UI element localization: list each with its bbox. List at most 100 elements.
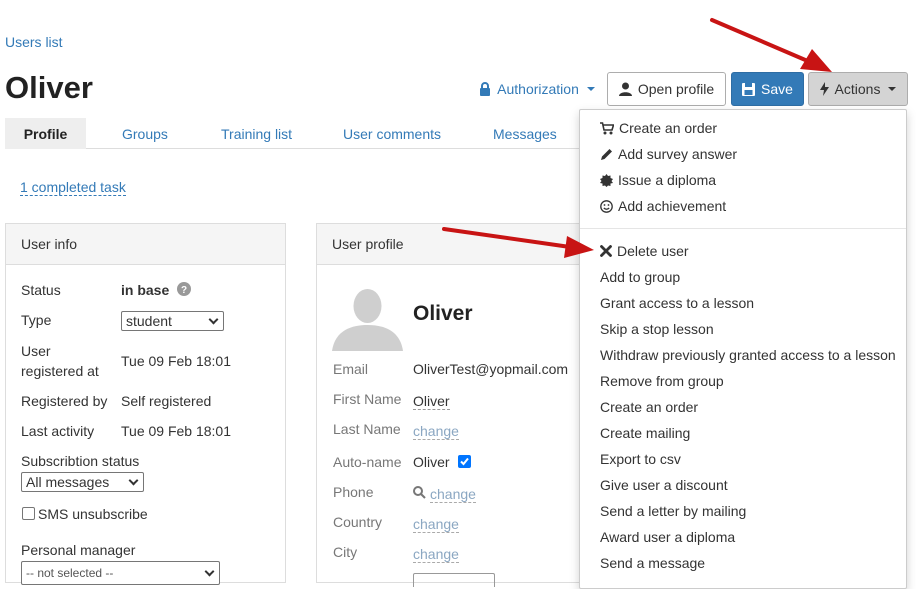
arrow-to-actions bbox=[710, 18, 832, 72]
user-info-panel: User info Status in base ? Type student … bbox=[5, 223, 286, 585]
menu-item-label: Add survey answer bbox=[618, 146, 738, 162]
subscription-select[interactable]: All messages bbox=[21, 472, 144, 492]
last-activity-link[interactable]: Tue 09 Feb 18:01 bbox=[121, 421, 231, 441]
menu-item-create-mailing[interactable]: Create mailing bbox=[600, 424, 690, 442]
autoname-value: Oliver bbox=[413, 454, 450, 470]
chevron-down-icon bbox=[208, 314, 219, 324]
menu-item-send-letter-by-mailing[interactable]: Send a letter by mailing bbox=[600, 502, 746, 520]
lock-icon bbox=[480, 82, 491, 96]
menu-item-label: Create an order bbox=[619, 120, 718, 136]
email-value: OliverTest@yopmail.com bbox=[413, 361, 569, 377]
personal-manager-label: Personal manager bbox=[21, 542, 136, 558]
menu-item-create-order[interactable]: Create an order bbox=[600, 398, 698, 416]
menu-item-add-to-group[interactable]: Add to group bbox=[600, 268, 680, 286]
breadcrumb-users-list[interactable]: Users list bbox=[5, 34, 63, 50]
cart-icon bbox=[600, 121, 614, 134]
actions-dropdown-button[interactable]: Actions bbox=[808, 72, 908, 106]
type-label: Type bbox=[21, 312, 52, 328]
subscription-select-value: All messages bbox=[26, 474, 110, 490]
save-button[interactable]: Save bbox=[731, 72, 804, 106]
help-icon[interactable]: ? bbox=[177, 282, 191, 296]
save-label: Save bbox=[761, 81, 793, 97]
menu-item-add-survey-answer[interactable]: Add survey answer bbox=[600, 145, 737, 163]
status-label: Status bbox=[21, 282, 61, 298]
profile-tabs: Profile Groups Training list User commen… bbox=[5, 118, 580, 149]
menu-item-delete-user[interactable]: Delete user bbox=[600, 242, 689, 260]
subscription-label: Subscribtion status bbox=[21, 453, 140, 469]
menu-item-remove-from-group[interactable]: Remove from group bbox=[600, 372, 724, 390]
authorization-dropdown-button[interactable]: Authorization bbox=[476, 72, 598, 106]
menu-item-label: Add achievement bbox=[618, 198, 727, 214]
menu-item-create-order-top[interactable]: Create an order bbox=[600, 119, 717, 137]
check-icon bbox=[460, 457, 469, 466]
last-activity-label: Last activity bbox=[21, 423, 95, 439]
registered-by-label: Registered by bbox=[21, 393, 108, 409]
email-label: Email bbox=[333, 361, 369, 377]
first-name-editable[interactable]: Oliver bbox=[413, 393, 450, 410]
first-name-label: First Name bbox=[333, 391, 402, 407]
tab-user-comments[interactable]: User comments bbox=[343, 118, 441, 149]
page-title: Oliver bbox=[5, 70, 93, 105]
registered-label-1: User bbox=[21, 343, 51, 359]
registered-value: Tue 09 Feb 18:01 bbox=[121, 353, 232, 369]
user-info-title: User info bbox=[6, 224, 285, 265]
lightning-icon bbox=[819, 82, 829, 96]
svg-text:?: ? bbox=[181, 285, 187, 296]
menu-item-give-discount[interactable]: Give user a discount bbox=[600, 476, 728, 494]
personal-manager-select[interactable]: -- not selected -- bbox=[21, 561, 220, 585]
menu-item-award-diploma[interactable]: Award user a diploma bbox=[600, 528, 735, 546]
avatar bbox=[332, 280, 403, 351]
personal-manager-value: -- not selected -- bbox=[26, 566, 114, 580]
menu-item-skip-stop-lesson[interactable]: Skip a stop lesson bbox=[600, 320, 714, 338]
chevron-down-icon bbox=[204, 566, 215, 576]
country-change-link[interactable]: change bbox=[413, 516, 459, 533]
menu-item-withdraw-access[interactable]: Withdraw previously granted access to a … bbox=[600, 346, 896, 364]
sms-unsubscribe-checkbox[interactable] bbox=[22, 507, 35, 520]
user-icon bbox=[618, 82, 632, 96]
registered-label-2: registered at bbox=[21, 363, 99, 379]
menu-item-grant-access[interactable]: Grant access to a lesson bbox=[600, 294, 754, 312]
menu-item-label: Delete user bbox=[617, 243, 689, 259]
menu-item-add-achievement[interactable]: Add achievement bbox=[600, 197, 726, 215]
country-label: Country bbox=[333, 514, 383, 530]
tab-training-list[interactable]: Training list bbox=[221, 118, 292, 149]
next-field-input[interactable] bbox=[413, 573, 495, 587]
menu-item-label: Issue a diploma bbox=[618, 172, 717, 188]
close-icon bbox=[600, 245, 612, 257]
last-name-label: Last Name bbox=[333, 421, 401, 437]
registered-by-value: Self registered bbox=[121, 393, 212, 409]
caret-down-icon bbox=[586, 87, 595, 91]
phone-label: Phone bbox=[333, 484, 374, 500]
caret-down-icon bbox=[888, 87, 897, 91]
type-select-value: student bbox=[126, 313, 172, 329]
menu-item-issue-diploma[interactable]: Issue a diploma bbox=[600, 171, 716, 189]
tab-profile[interactable]: Profile bbox=[5, 118, 86, 149]
status-value: in base bbox=[121, 282, 170, 298]
open-profile-button[interactable]: Open profile bbox=[607, 72, 726, 106]
profile-name: Oliver bbox=[413, 302, 473, 325]
autoname-checkbox[interactable] bbox=[458, 455, 471, 468]
smile-icon bbox=[600, 199, 613, 213]
certificate-icon bbox=[600, 173, 613, 187]
autoname-label: Auto-name bbox=[333, 454, 402, 470]
open-profile-label: Open profile bbox=[637, 81, 715, 97]
tab-groups[interactable]: Groups bbox=[122, 118, 168, 149]
pencil-icon bbox=[601, 148, 612, 160]
city-change-link[interactable]: change bbox=[413, 546, 459, 563]
floppy-disk-icon bbox=[742, 82, 756, 96]
actions-dropdown-menu: Create an order Add survey answer Issue … bbox=[579, 109, 907, 589]
completed-task-link[interactable]: 1 completed task bbox=[20, 179, 126, 196]
type-select[interactable]: student bbox=[121, 311, 224, 331]
sms-unsubscribe-label: SMS unsubscribe bbox=[38, 506, 148, 522]
menu-divider bbox=[580, 228, 906, 229]
actions-label: Actions bbox=[834, 81, 881, 97]
authorization-label: Authorization bbox=[497, 81, 579, 97]
tab-messages[interactable]: Messages bbox=[493, 118, 557, 149]
menu-item-send-message[interactable]: Send a message bbox=[600, 554, 705, 572]
search-icon bbox=[413, 486, 426, 499]
menu-item-export-csv[interactable]: Export to csv bbox=[600, 450, 681, 468]
phone-change-link[interactable]: change bbox=[430, 486, 476, 503]
chevron-down-icon bbox=[128, 475, 139, 485]
last-name-change-link[interactable]: change bbox=[413, 423, 459, 440]
city-label: City bbox=[333, 544, 358, 560]
